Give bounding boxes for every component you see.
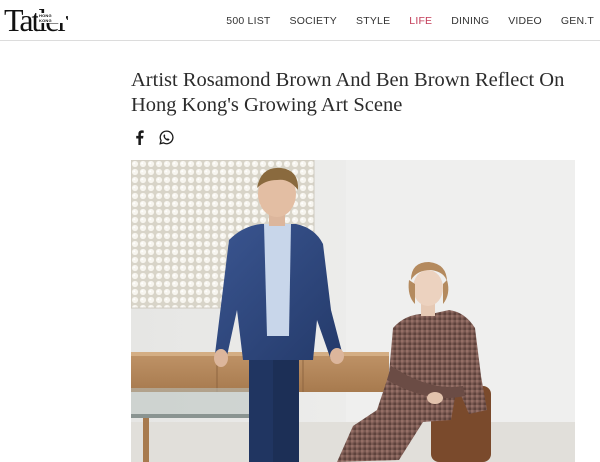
nav-item-video[interactable]: VIDEO — [508, 15, 542, 27]
nav-item-dining[interactable]: DINING — [451, 15, 489, 27]
tatler-logo[interactable]: Tatler HONG KONG — [4, 2, 68, 38]
nav-item-style[interactable]: STYLE — [356, 15, 390, 27]
logo-edition: HONG KONG — [38, 13, 66, 23]
main-nav: 500 LIST SOCIETY STYLE LIFE DINING VIDEO… — [226, 13, 600, 29]
nav-item-society[interactable]: SOCIETY — [290, 15, 338, 27]
nav-item-gen-t[interactable]: GEN.T — [561, 15, 594, 27]
hero-image — [131, 160, 575, 462]
share-bar — [131, 129, 185, 145]
article-headline: Artist Rosamond Brown And Ben Brown Refl… — [131, 69, 565, 116]
hero-photo — [131, 160, 575, 462]
whatsapp-icon[interactable] — [158, 129, 174, 145]
facebook-icon[interactable] — [131, 129, 147, 145]
site-header: Tatler HONG KONG 500 LIST SOCIETY STYLE … — [0, 0, 600, 41]
nav-item-life[interactable]: LIFE — [409, 15, 432, 27]
nav-item-500-list[interactable]: 500 LIST — [226, 15, 270, 27]
